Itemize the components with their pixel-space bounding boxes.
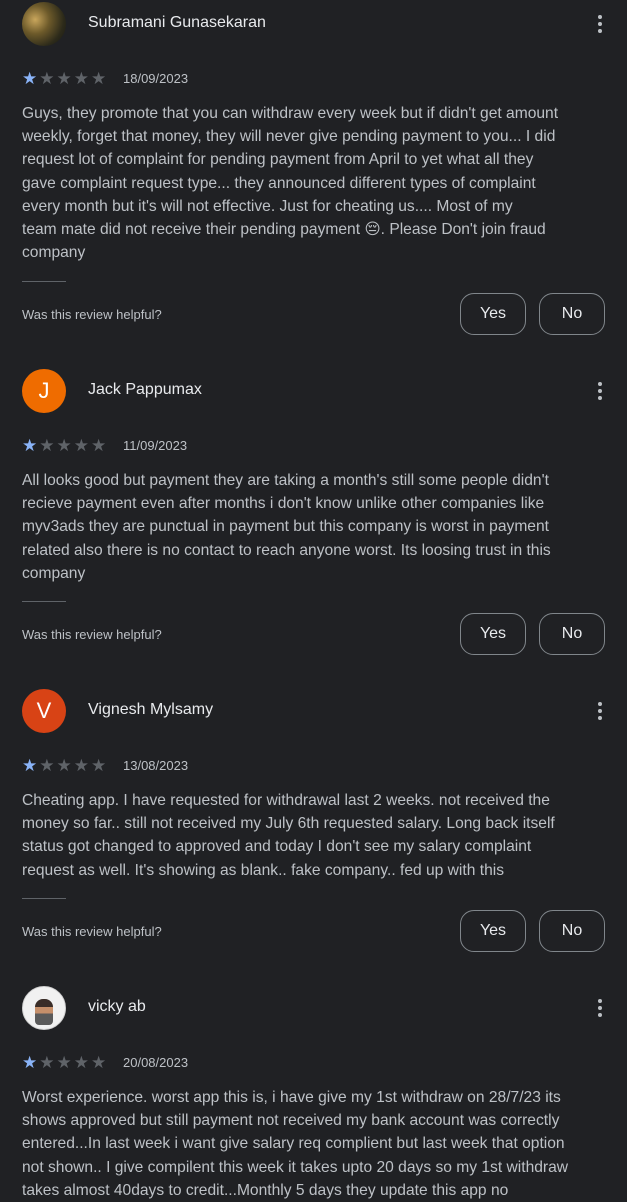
review-date: 11/09/2023 (123, 438, 188, 453)
no-button[interactable]: No (539, 910, 605, 952)
star-rating: ★ ★ ★ ★ ★ (22, 70, 106, 88)
star-icon-empty: ★ (56, 756, 72, 775)
review-date: 18/09/2023 (123, 71, 189, 86)
star-icon-filled: ★ (22, 756, 38, 775)
star-rating: ★ ★ ★ ★ ★ (22, 437, 106, 455)
star-icon-empty: ★ (39, 436, 55, 455)
star-icon-filled: ★ (22, 436, 38, 455)
star-icon-empty: ★ (39, 1053, 55, 1072)
review-header: Subramani Gunasekaran (22, 2, 612, 46)
star-icon-filled: ★ (22, 1053, 38, 1072)
avatar: J (22, 369, 66, 413)
rating-row: ★ ★ ★ ★ ★ 13/08/2023 (22, 757, 322, 775)
divider (22, 601, 66, 602)
review-header: vicky ab (22, 986, 612, 1030)
review-text: Cheating app. I have requested for withd… (22, 792, 555, 879)
review-date: 20/08/2023 (123, 1055, 189, 1070)
star-icon-empty: ★ (39, 69, 55, 88)
reviewer-name: Vignesh Mylsamy (88, 701, 214, 718)
star-icon-empty: ★ (91, 69, 107, 88)
review-date: 13/08/2023 (123, 758, 189, 773)
profile-photo-icon (35, 999, 53, 1025)
avatar-letter: V (36, 698, 52, 723)
star-icon-empty: ★ (91, 436, 107, 455)
no-button[interactable]: No (539, 293, 605, 335)
reviewer-name: vicky ab (88, 998, 146, 1015)
rating-row: ★ ★ ★ ★ ★ 20/08/2023 (22, 1054, 322, 1072)
yes-button[interactable]: Yes (460, 613, 526, 655)
avatar (22, 986, 66, 1030)
star-icon-empty: ★ (56, 436, 72, 455)
reviewer-name: Jack Pappumax (88, 381, 202, 398)
star-icon-empty: ★ (56, 1053, 72, 1072)
avatar: V (22, 689, 66, 733)
review-text: Worst experience. worst app this is, i h… (22, 1089, 569, 1199)
reviewer-name: Subramani Gunasekaran (88, 14, 266, 31)
more-vert-icon[interactable] (588, 699, 612, 723)
review-text: All looks good but payment they are taki… (22, 472, 551, 582)
star-icon-empty: ★ (73, 69, 89, 88)
star-icon-filled: ★ (22, 69, 38, 88)
star-rating: ★ ★ ★ ★ ★ (22, 757, 106, 775)
avatar-letter: J (38, 378, 50, 403)
yes-button[interactable]: Yes (460, 293, 526, 335)
star-rating: ★ ★ ★ ★ ★ (22, 1054, 106, 1072)
star-icon-empty: ★ (91, 1053, 107, 1072)
more-vert-icon[interactable] (588, 379, 612, 403)
divider (22, 281, 66, 282)
helpful-prompt: Was this review helpful? (22, 924, 162, 939)
divider (22, 898, 66, 899)
rating-row: ★ ★ ★ ★ ★ 11/09/2023 (22, 437, 322, 455)
more-vert-icon[interactable] (588, 996, 612, 1020)
star-icon-empty: ★ (56, 69, 72, 88)
star-icon-empty: ★ (73, 756, 89, 775)
star-icon-empty: ★ (73, 436, 89, 455)
star-icon-empty: ★ (73, 1053, 89, 1072)
helpful-prompt: Was this review helpful? (22, 627, 162, 642)
yes-button[interactable]: Yes (460, 910, 526, 952)
helpful-prompt: Was this review helpful? (22, 307, 162, 322)
review-header: V Vignesh Mylsamy (22, 689, 612, 733)
more-vert-icon[interactable] (588, 12, 612, 36)
review-text: Guys, they promote that you can withdraw… (22, 105, 559, 262)
review-header: J Jack Pappumax (22, 369, 612, 413)
star-icon-empty: ★ (91, 756, 107, 775)
star-icon-empty: ★ (39, 756, 55, 775)
no-button[interactable]: No (539, 613, 605, 655)
rating-row: ★ ★ ★ ★ ★ 18/09/2023 (22, 70, 322, 88)
avatar (22, 2, 66, 46)
